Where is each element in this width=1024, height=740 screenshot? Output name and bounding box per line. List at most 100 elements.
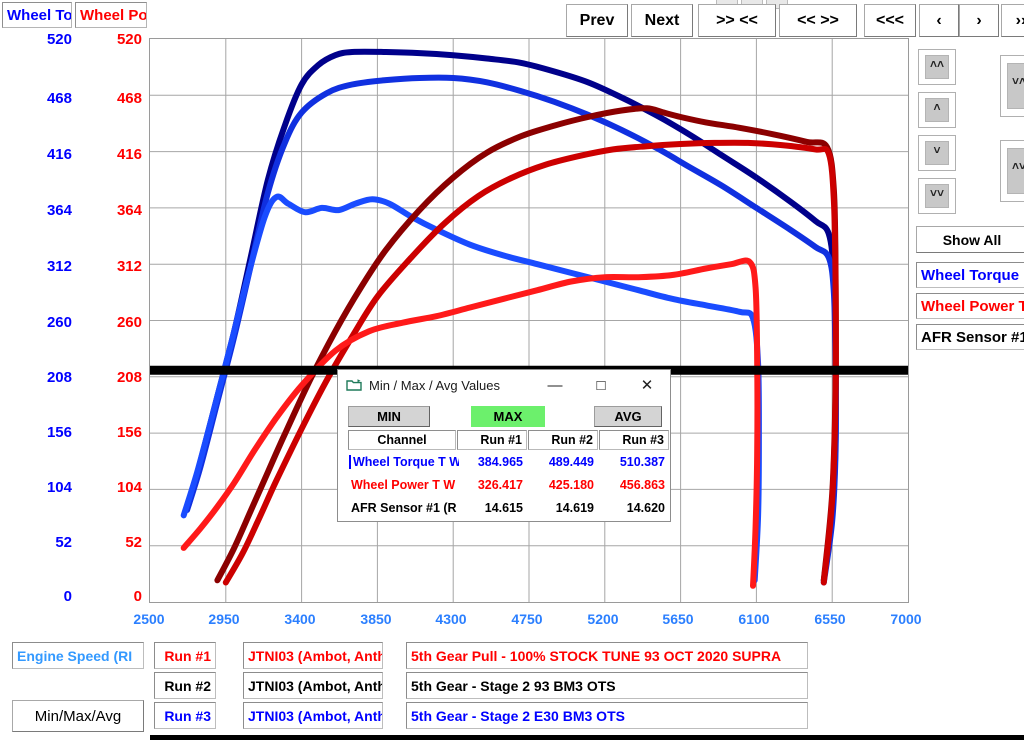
column-header-run2[interactable]: Run #2 [528, 430, 598, 450]
channel-button-label: Wheel Torque [921, 267, 1019, 284]
channel-button-afr-sensor[interactable]: AFR Sensor #1 [916, 324, 1024, 350]
avg-mode-button[interactable]: AVG [594, 406, 662, 427]
min-mode-label: MIN [377, 409, 401, 424]
run-owner-label: JTNI03 (Ambot, Antho [248, 678, 383, 694]
compress-scale-icon: ˄˅ [1007, 148, 1024, 194]
column-header-run3[interactable]: Run #3 [599, 430, 669, 450]
scroll-top-button[interactable]: ˄˄ [918, 49, 956, 85]
jump-last-label: ›› [1016, 12, 1024, 30]
y-tick-left: 468 [24, 90, 72, 107]
x-axis-channel-label: Engine Speed (RI [17, 648, 132, 664]
jump-first-button[interactable]: <<< [864, 4, 916, 37]
step-forward-button[interactable]: › [959, 4, 999, 37]
channel-tab-wheel-power[interactable]: Wheel Po [75, 2, 147, 28]
y-tick-right: 416 [94, 146, 142, 163]
run-description-label: 5th Gear - Stage 2 E30 BM3 OTS [411, 708, 625, 724]
zoom-out-label: << >> [797, 12, 839, 30]
run-description-cell[interactable]: 5th Gear Pull - 100% STOCK TUNE 93 OCT 2… [406, 642, 808, 669]
run-number-cell[interactable]: Run #1 [154, 642, 216, 669]
run-owner-cell[interactable]: JTNI03 (Ambot, Antho [243, 672, 383, 699]
x-tick: 2500 [119, 611, 179, 627]
column-header-label: Run #1 [480, 433, 522, 447]
channel-tab-wheel-torque[interactable]: Wheel To [2, 2, 72, 28]
run-number-cell[interactable]: Run #2 [154, 672, 216, 699]
y-tick-right: 260 [94, 314, 142, 331]
run-owner-cell[interactable]: JTNI03 (Ambot, Antho [243, 642, 383, 669]
x-axis-channel-button[interactable]: Engine Speed (RI [12, 642, 144, 669]
min-mode-button[interactable]: MIN [348, 406, 430, 427]
y-tick-right: 0 [94, 588, 142, 605]
step-back-label: ‹ [936, 12, 941, 30]
expand-scale-button[interactable]: ˅˄ [1000, 55, 1024, 117]
double-chevron-up-icon: ˄˄ [925, 55, 949, 79]
run-description-cell[interactable]: 5th Gear - Stage 2 93 BM3 OTS [406, 672, 808, 699]
next-label: Next [645, 12, 680, 30]
table-cell-value: 489.449 [528, 455, 594, 469]
step-back-button[interactable]: ‹ [919, 4, 959, 37]
zoom-out-button[interactable]: << >> [779, 4, 857, 37]
x-tick: 4300 [421, 611, 481, 627]
y-tick-left: 416 [24, 146, 72, 163]
y-tick-right: 208 [94, 369, 142, 386]
close-icon[interactable]: ✕ [624, 371, 670, 399]
table-row-channel: Wheel Torque T W [349, 455, 459, 469]
chevron-up-icon: ˄ [925, 98, 949, 122]
column-header-label: Run #2 [551, 433, 593, 447]
run-owner-label: JTNI03 (Ambot, Antho [248, 708, 383, 724]
run-number-label: Run #2 [164, 678, 211, 694]
dyno-chart-window: Wheel To Wheel Po Prev Next >> << << >> … [0, 0, 1024, 740]
scroll-bottom-button[interactable]: ˅˅ [918, 178, 956, 214]
run-description-cell[interactable]: 5th Gear - Stage 2 E30 BM3 OTS [406, 702, 808, 729]
prev-button[interactable]: Prev [566, 4, 628, 37]
zoom-in-button[interactable]: >> << [698, 4, 776, 37]
dialog-title-bar[interactable]: Min / Max / Avg Values — □ ✕ [338, 370, 670, 400]
window-folder-icon [346, 378, 362, 392]
run-number-label: Run #3 [164, 708, 211, 724]
y-tick-left: 208 [24, 369, 72, 386]
table-cell-value: 14.620 [599, 501, 665, 515]
min-max-avg-button[interactable]: Min/Max/Avg [12, 700, 144, 732]
minimize-icon[interactable]: — [532, 371, 578, 399]
y-tick-right: 52 [94, 534, 142, 551]
min-max-avg-dialog[interactable]: Min / Max / Avg Values — □ ✕ MIN MAX AVG… [337, 369, 671, 522]
max-mode-label: MAX [494, 409, 523, 424]
jump-last-button[interactable]: ›› [1001, 4, 1024, 37]
compress-scale-button[interactable]: ˄˅ [1000, 140, 1024, 202]
next-button[interactable]: Next [631, 4, 693, 37]
expand-scale-icon: ˅˄ [1007, 63, 1024, 109]
column-header-channel[interactable]: Channel [348, 430, 456, 450]
y-tick-right: 104 [94, 479, 142, 496]
x-tick: 3400 [270, 611, 330, 627]
column-header-label: Channel [377, 433, 426, 447]
scroll-down-button[interactable]: ˅ [918, 135, 956, 171]
scroll-up-button[interactable]: ˄ [918, 92, 956, 128]
channel-button-wheel-torque[interactable]: Wheel Torque [916, 262, 1024, 288]
table-cell-value: 425.180 [528, 478, 594, 492]
show-all-button[interactable]: Show All [916, 226, 1024, 253]
bottom-edge-strip-left [0, 735, 150, 740]
y-tick-left: 52 [24, 534, 72, 551]
max-mode-button[interactable]: MAX [471, 406, 545, 427]
x-tick: 4750 [497, 611, 557, 627]
y-tick-right: 364 [94, 202, 142, 219]
prev-label: Prev [580, 12, 615, 30]
y-tick-left: 156 [24, 424, 72, 441]
y-tick-right: 520 [94, 31, 142, 48]
channel-button-wheel-power[interactable]: Wheel Power T [916, 293, 1024, 319]
x-tick: 5650 [648, 611, 708, 627]
double-chevron-down-icon: ˅˅ [925, 184, 949, 208]
y-tick-right: 312 [94, 258, 142, 275]
column-header-run1[interactable]: Run #1 [457, 430, 527, 450]
table-row-channel: Wheel Power T W [351, 478, 457, 492]
run-owner-label: JTNI03 (Ambot, Antho [248, 648, 383, 664]
x-tick: 2950 [194, 611, 254, 627]
run-number-cell[interactable]: Run #3 [154, 702, 216, 729]
x-tick: 6100 [724, 611, 784, 627]
column-header-label: Run #3 [622, 433, 664, 447]
table-cell-value: 14.619 [528, 501, 594, 515]
run-description-label: 5th Gear Pull - 100% STOCK TUNE 93 OCT 2… [411, 648, 781, 664]
table-cell-value: 456.863 [599, 478, 665, 492]
y-tick-right: 156 [94, 424, 142, 441]
maximize-icon[interactable]: □ [578, 371, 624, 399]
run-owner-cell[interactable]: JTNI03 (Ambot, Antho [243, 702, 383, 729]
